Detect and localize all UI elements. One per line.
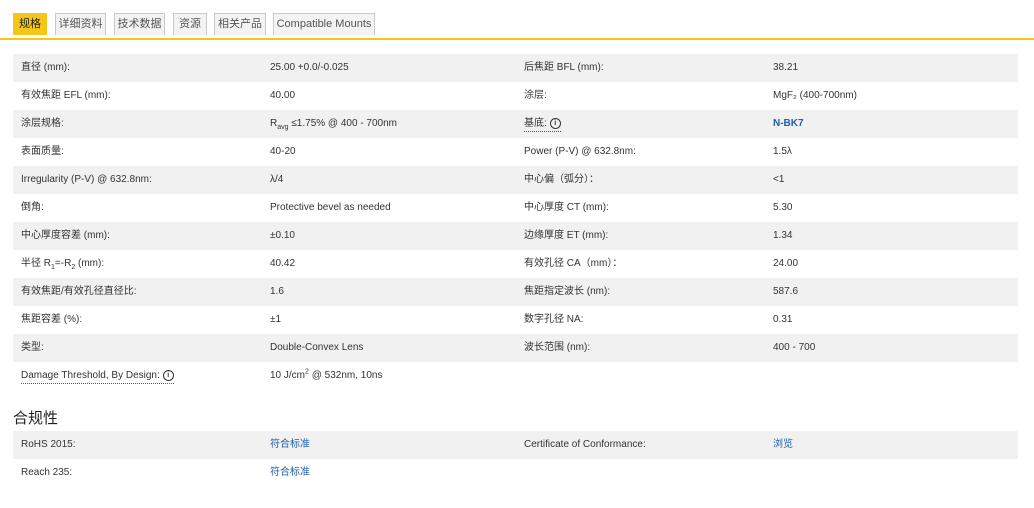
spec-value: λ/4 [270,174,284,185]
spec-label: 焦距指定波长 (nm): [524,286,611,297]
spec-value: Ravg ≤1.75% @ 400 - 700nm [270,110,397,138]
spec-value: Protective bevel as needed [270,202,391,213]
spec-value: 10 J/cm2 @ 532nm, 10ns [270,362,382,390]
spec-label: 倒角: [21,202,44,213]
spec-label: 涂层: [524,90,547,101]
info-icon[interactable]: i [162,369,174,381]
damage-threshold-label[interactable]: Damage Threshold, By Design: i [21,362,174,390]
spec-value: 38.21 [773,62,799,73]
value-rest: ≤1.75% @ 400 - 700nm [288,118,398,129]
label-part: =-R [54,258,72,269]
label-part: (mm): [75,258,105,269]
spec-value: 24.00 [773,258,799,269]
spec-label-text: Damage Threshold, By Design: [21,370,160,381]
value-part: 10 J/cm [270,370,306,381]
tab-resources[interactable]: 资源 [173,13,207,35]
spec-value: ±0.10 [270,230,295,241]
spec-label: 直径 (mm): [21,62,70,73]
spec-label: 数字孔径 NA: [524,314,584,325]
spec-label: 中心厚度容差 (mm): [21,230,110,241]
specifications-table: 直径 (mm): 25.00 +0.0/-0.025 后焦距 BFL (mm):… [13,54,1018,390]
spec-value: 1.6 [270,286,284,297]
table-row: 类型: Double-Convex Lens 波长范围 (nm): 400 - … [13,334,1018,362]
spec-value: 40.42 [270,258,296,269]
table-row: 有效焦距 EFL (mm): 40.00 涂层: MgF₂ (400-700nm… [13,82,1018,110]
table-row: 涂层规格: Ravg ≤1.75% @ 400 - 700nm 基底: i N-B… [13,110,1018,138]
table-row: RoHS 2015: 符合标准 Certificate of Conforman… [13,431,1018,459]
table-row: 半径 R1=-R2 (mm): 40.42 有效孔径 CA（mm）： 24.00 [13,250,1018,278]
spec-value: <1 [773,174,785,185]
table-row: 表面质量: 40-20 Power (P-V) @ 632.8nm: 1.5λ [13,138,1018,166]
table-row: Damage Threshold, By Design: i 10 J/cm2 @… [13,362,1018,390]
spec-label: Power (P-V) @ 632.8nm: [524,146,636,157]
spec-label: Reach 235: [21,467,73,478]
rohs-link-text[interactable]: 符合标准 [270,439,310,450]
spec-value: 1.34 [773,230,793,241]
spec-value: 587.6 [773,286,799,297]
compliance-heading: 合规性 [13,410,59,427]
reach-link[interactable]: 符合标准 [270,459,310,487]
spec-label: 中心厚度 CT (mm): [524,202,609,213]
spec-label: 中心偏（弧分）： [524,174,599,185]
spec-label: RoHS 2015: [21,439,76,450]
substrate-link[interactable]: N-BK7 [773,110,804,138]
table-row: 中心厚度容差 (mm): ±0.10 边缘厚度 ET (mm): 1.34 [13,222,1018,250]
spec-label-text: 基底: [524,118,547,129]
spec-label: 后焦距 BFL (mm): [524,62,604,73]
spec-label: 有效焦距 EFL (mm): [21,90,111,101]
spec-value: 25.00 +0.0/-0.025 [270,62,349,73]
spec-label: 边缘厚度 ET (mm): [524,230,609,241]
tab-technical-data[interactable]: 技术数据 [114,13,165,35]
spec-label: 有效孔径 CA（mm）： [524,258,623,269]
spec-value: ±1 [270,314,282,325]
spec-label: Irregularity (P-V) @ 632.8nm: [21,174,152,185]
spec-value: 0.31 [773,314,793,325]
certificate-link-text[interactable]: 浏览 [773,439,793,450]
spec-label: 类型: [21,342,44,353]
rohs-link[interactable]: 符合标准 [270,431,310,459]
spec-label: 涂层规格: [21,118,64,129]
table-row: Reach 235: 符合标准 [13,459,1018,487]
spec-value: 1.5λ [773,146,792,157]
table-row: 焦距容差 (%): ±1 数字孔径 NA: 0.31 [13,306,1018,334]
tab-bar: 规格 详细资料 技术数据 资源 相关产品 Compatible Mounts [0,0,1034,40]
reach-link-text[interactable]: 符合标准 [270,467,310,478]
spec-label: 波长范围 (nm): [524,342,591,353]
spec-label: 有效焦距/有效孔径直径比: [21,286,137,297]
spec-label: 焦距容差 (%): [21,314,83,325]
value-subscript: avg [277,124,289,131]
info-icon[interactable]: i [549,117,561,129]
spec-value: Double-Convex Lens [270,342,364,353]
tab-compatible-mounts[interactable]: Compatible Mounts [273,13,375,35]
spec-value: MgF₂ (400-700nm) [773,90,857,101]
substrate-link-text[interactable]: N-BK7 [773,118,804,129]
table-row: 有效焦距/有效孔径直径比: 1.6 焦距指定波长 (nm): 587.6 [13,278,1018,306]
tab-specifications[interactable]: 规格 [13,13,47,35]
spec-value: 5.30 [773,202,793,213]
table-row: 倒角: Protective bevel as needed 中心厚度 CT (… [13,194,1018,222]
spec-label: 半径 R1=-R2 (mm): [21,250,104,278]
spec-label: 表面质量: [21,146,64,157]
spec-label: Certificate of Conformance: [524,439,646,450]
value-part: @ 532nm, 10ns [308,370,383,381]
spec-value: 40-20 [270,146,296,157]
tab-details[interactable]: 详细资料 [55,13,106,35]
spec-value: 400 - 700 [773,342,816,353]
tab-related-products[interactable]: 相关产品 [214,13,266,35]
table-row: Irregularity (P-V) @ 632.8nm: λ/4 中心偏（弧分… [13,166,1018,194]
label-part: 半径 R [21,258,51,269]
certificate-link[interactable]: 浏览 [773,431,793,459]
table-row: 直径 (mm): 25.00 +0.0/-0.025 后焦距 BFL (mm):… [13,54,1018,82]
substrate-label[interactable]: 基底: i [524,110,561,138]
spec-value: 40.00 [270,90,296,101]
compliance-table: RoHS 2015: 符合标准 Certificate of Conforman… [13,431,1018,487]
